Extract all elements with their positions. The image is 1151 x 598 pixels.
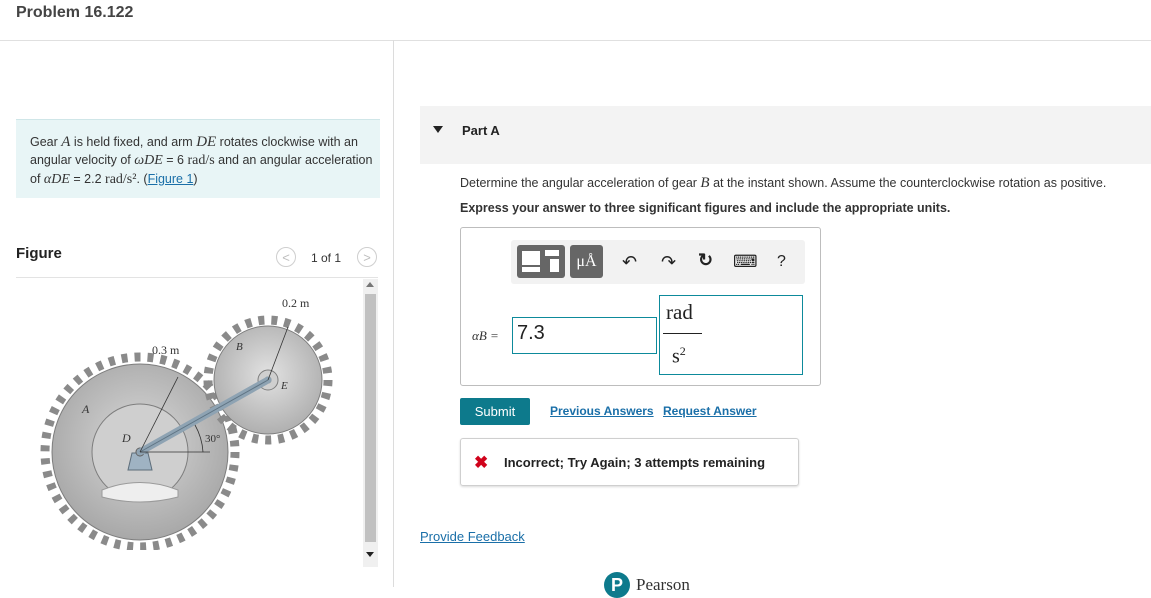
problem-omega: ωDE: [134, 153, 163, 168]
part-a-label[interactable]: Part A: [462, 123, 500, 138]
point-e-label: E: [280, 380, 288, 392]
answer-label: αB =: [472, 328, 499, 343]
part-a-header[interactable]: [420, 106, 1151, 164]
submit-button[interactable]: Submit: [460, 398, 530, 425]
instructions-text: Express your answer to three significant…: [460, 201, 951, 215]
template-bar-icon: [522, 267, 540, 272]
unit-denominator: s2: [672, 344, 686, 369]
problem-text-4: = 6: [162, 153, 188, 167]
figure-next-button[interactable]: >: [357, 247, 377, 267]
unit-numerator: rad: [666, 300, 693, 324]
problem-alpha-units: rad/s²: [105, 172, 137, 187]
problem-text-1: Gear: [30, 135, 62, 149]
collapse-triangle-icon[interactable]: [433, 126, 443, 133]
header-divider: [0, 40, 1151, 41]
panel-divider: [393, 40, 394, 587]
figure-pager: 1 of 1: [311, 251, 342, 265]
feedback-text: Incorrect; Try Again; 3 attempts remaini…: [504, 455, 766, 470]
question-text: Determine the angular acceleration of ge…: [460, 175, 1106, 192]
units-button[interactable]: μÅ: [570, 245, 603, 278]
problem-text-7: . (: [136, 172, 148, 186]
template-block-icon: [522, 251, 540, 265]
answer-value-input[interactable]: 7.3: [512, 317, 657, 354]
unit-denominator-base: s: [672, 345, 680, 368]
figure-link[interactable]: Figure 1: [148, 172, 194, 186]
dim-left-label: 0.3 m: [152, 343, 180, 357]
template-small-icon: [545, 250, 559, 256]
problem-var-arm: DE: [196, 134, 217, 150]
problem-statement: Gear A is held fixed, and arm DE rotates…: [16, 119, 380, 198]
question-var: B: [700, 175, 710, 191]
keyboard-icon[interactable]: ⌨: [733, 252, 758, 272]
previous-answers-link[interactable]: Previous Answers: [550, 404, 654, 418]
problem-text-2: is held fixed, and arm: [70, 135, 197, 149]
angle-label: 30°: [205, 433, 220, 445]
problem-text-8: ): [193, 172, 198, 186]
problem-omega-units: rad/s: [187, 153, 215, 168]
figure-heading: Figure: [16, 245, 62, 262]
problem-text-6: = 2.2: [69, 172, 106, 186]
undo-icon[interactable]: ↶: [622, 252, 637, 273]
question-text-1: Determine the angular acceleration of ge…: [460, 176, 701, 190]
gear-b-label: B: [236, 341, 243, 353]
problem-alpha: αDE: [43, 172, 70, 187]
gear-figure: 0.2 m 0.3 m B E A D 30°: [40, 296, 333, 550]
templates-button[interactable]: [517, 245, 565, 278]
page-title: Problem 16.122: [16, 4, 134, 21]
figure-divider: [16, 277, 378, 278]
redo-icon[interactable]: ↷: [661, 252, 676, 273]
question-text-2: at the instant shown. Assume the counter…: [709, 176, 1107, 190]
provide-feedback-link[interactable]: Provide Feedback: [420, 529, 525, 544]
point-d-label: D: [121, 431, 131, 445]
gear-a-label: A: [81, 402, 90, 416]
reset-icon[interactable]: ↻: [698, 250, 713, 271]
request-answer-link[interactable]: Request Answer: [663, 404, 757, 418]
unit-fraction-bar: [663, 333, 702, 334]
dim-top-label: 0.2 m: [282, 296, 310, 310]
template-column-icon: [550, 259, 559, 272]
help-icon[interactable]: ?: [777, 253, 786, 271]
figure-prev-button[interactable]: <: [276, 247, 296, 267]
pearson-logo-icon: P: [604, 572, 630, 598]
pearson-brand: Pearson: [636, 575, 690, 594]
incorrect-x-icon: ✖: [474, 453, 489, 472]
unit-exponent: 2: [679, 344, 686, 358]
scroll-down-arrow-icon[interactable]: [366, 552, 374, 557]
scroll-up-arrow-icon[interactable]: [366, 282, 374, 287]
scrollbar-thumb[interactable]: [365, 294, 376, 542]
